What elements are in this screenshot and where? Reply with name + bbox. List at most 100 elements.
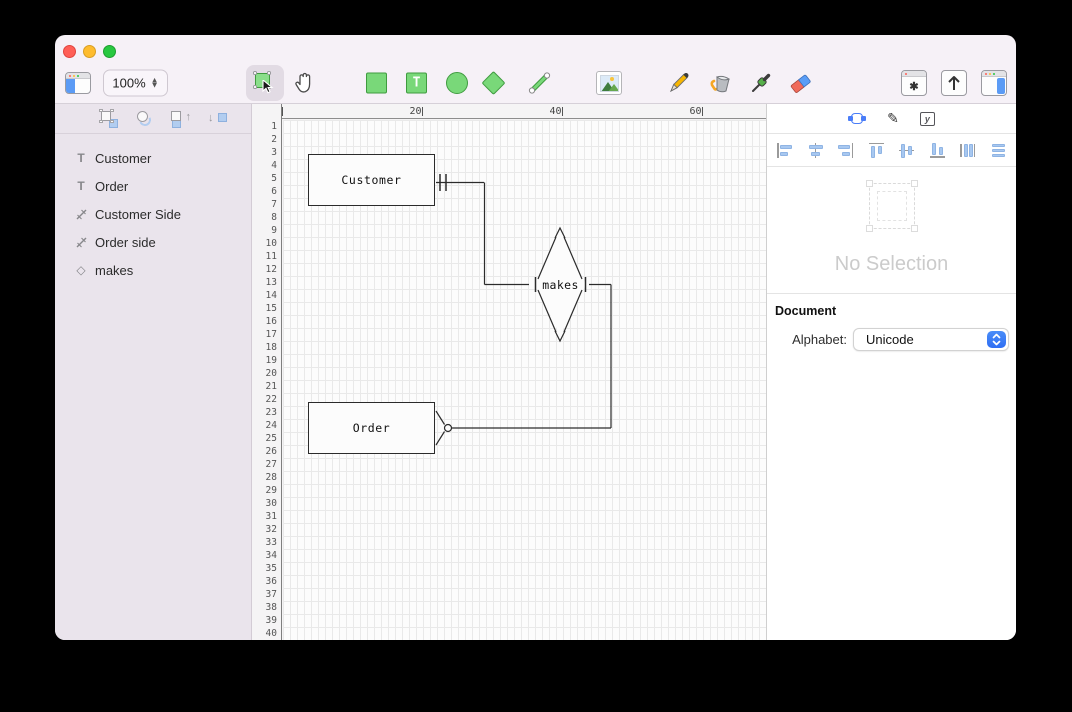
inspector-pane-icon [981, 70, 1007, 96]
layer-item-customer[interactable]: T Customer [55, 144, 251, 172]
diamond-icon [481, 70, 506, 96]
toggle-inspector-button[interactable] [981, 70, 1007, 96]
line-icon [528, 72, 551, 94]
toolbar: 100% ▲ ▼ T ✱ [55, 61, 1016, 105]
ruler-row-number: 26 [265, 446, 277, 457]
ruler-row-number: 12 [265, 264, 277, 275]
zoom-window-button[interactable] [103, 45, 116, 58]
ruler-row-number: 35 [265, 563, 277, 574]
selection-tool-button[interactable] [246, 65, 284, 101]
document-section-title: Document [775, 304, 837, 318]
alphabet-row: Alphabet: Unicode [767, 328, 1016, 351]
layer-label: Customer [95, 150, 152, 166]
ruler-row-number: 34 [265, 550, 277, 561]
rectangle-tool-button[interactable] [366, 72, 387, 94]
text-layer-icon: T [77, 179, 85, 193]
no-selection-label: No Selection [834, 253, 949, 275]
eraser-tool-button[interactable] [788, 71, 814, 95]
align-top-button[interactable] [868, 142, 885, 159]
ruler-row-number: 19 [265, 355, 277, 366]
canvas[interactable]: 1 2 3 4 5 6 7 8 9 10 11 12 13 14 15 16 17 18 19 20 21 22 23 24 2… [252, 104, 766, 640]
align-middle-vertical-button[interactable] [898, 142, 915, 159]
ruler-row-number: 2 [271, 134, 277, 145]
alphabet-dropdown[interactable]: Unicode [853, 328, 1009, 351]
bring-forward-button[interactable]: ↑ [171, 110, 191, 128]
advanced-inspector-tab[interactable]: y [919, 111, 935, 126]
send-backward-button[interactable]: ↓ [207, 110, 227, 128]
ruler-row-number: 32 [265, 524, 277, 535]
bring-to-front-button[interactable] [99, 108, 119, 128]
style-inspector-tab[interactable]: ✎ [887, 110, 899, 127]
pencil-icon [670, 73, 689, 93]
ellipse-tool-button[interactable] [446, 72, 468, 94]
ruler-row-number: 25 [265, 433, 277, 444]
canvas-grid[interactable]: Customer Order makes [283, 120, 766, 640]
pan-tool-button[interactable] [292, 71, 316, 96]
stepper-icon: ▲ ▼ [150, 75, 159, 89]
ruler-row-number: 33 [265, 537, 277, 548]
dropdown-stepper-icon [987, 331, 1006, 348]
image-tool-button[interactable] [596, 71, 622, 95]
special-characters-button[interactable]: ✱ [901, 70, 927, 96]
relationship-label: makes [542, 277, 579, 292]
entity-customer[interactable]: Customer [308, 154, 435, 206]
layer-item-order[interactable]: T Order [55, 172, 251, 200]
ruler-row-number: 18 [265, 342, 277, 353]
traffic-lights [63, 45, 116, 58]
alphabet-value: Unicode [866, 332, 914, 347]
ruler-row-number: 36 [265, 576, 277, 587]
ruler-row-number: 30 [265, 498, 277, 509]
fill-tool-button[interactable] [708, 71, 734, 95]
ruler-row-number: 22 [265, 394, 277, 405]
ruler-row-number: 23 [265, 407, 277, 418]
inspector-panel: ✎ y No Selection Document Alphabet: Unic… [766, 104, 1016, 640]
entity-order[interactable]: Order [308, 402, 435, 454]
ruler-row-number: 20 [265, 368, 277, 379]
ruler-row-number: 8 [271, 212, 277, 223]
align-bottom-button[interactable] [929, 142, 946, 159]
eraser-icon [790, 74, 811, 93]
ruler-row-number: 10 [265, 238, 277, 249]
diamond-tool-button[interactable] [481, 70, 506, 96]
ruler-row-number: 21 [265, 381, 277, 392]
ellipse-icon [446, 72, 468, 94]
paint-bucket-icon [710, 75, 731, 93]
send-to-back-button[interactable] [135, 110, 155, 128]
ruler-row-number: 27 [265, 459, 277, 470]
line-layer-icon [73, 236, 89, 249]
export-button[interactable] [941, 70, 967, 96]
ruler-row-number: 31 [265, 511, 277, 522]
line-tool-button[interactable] [527, 71, 552, 96]
text-tool-button[interactable]: T [406, 72, 427, 94]
ruler-row-number: 7 [271, 199, 277, 210]
asterisk-window-icon: ✱ [901, 70, 927, 96]
distribute-vertically-button[interactable] [990, 142, 1007, 159]
inspector-tabs: ✎ y [767, 104, 1016, 134]
ruler-label: 40 [549, 106, 562, 117]
ruler-row-number: 14 [265, 290, 277, 301]
distribute-horizontally-button[interactable] [959, 142, 976, 159]
ruler-row-number: 9 [271, 225, 277, 236]
ruler-row-number: 37 [265, 589, 277, 600]
ruler-row-number: 39 [265, 615, 277, 626]
ruler-label: 20 [409, 106, 422, 117]
layer-item-makes[interactable]: ◇ makes [55, 256, 251, 284]
ruler-label: 60 [689, 106, 702, 117]
zoom-level-control[interactable]: 100% ▲ ▼ [103, 69, 168, 97]
pencil-tool-button[interactable] [667, 71, 691, 95]
layer-item-customer-side[interactable]: Customer Side [55, 200, 251, 228]
align-center-horizontal-button[interactable] [807, 142, 824, 159]
shape-inspector-tab[interactable] [848, 112, 867, 125]
ruler-row-number: 29 [265, 485, 277, 496]
align-left-button[interactable] [776, 142, 793, 159]
relationship-makes[interactable]: makes [535, 277, 586, 292]
toggle-left-sidebar-button[interactable] [65, 72, 91, 94]
close-button[interactable] [63, 45, 76, 58]
align-right-button[interactable] [837, 142, 854, 159]
diamond-layer-icon: ◇ [76, 263, 86, 277]
minimize-button[interactable] [83, 45, 96, 58]
entity-label: Customer [341, 173, 402, 187]
eyedropper-tool-button[interactable] [749, 71, 773, 95]
ruler-row-number: 17 [265, 329, 277, 340]
layer-item-order-side[interactable]: Order side [55, 228, 251, 256]
